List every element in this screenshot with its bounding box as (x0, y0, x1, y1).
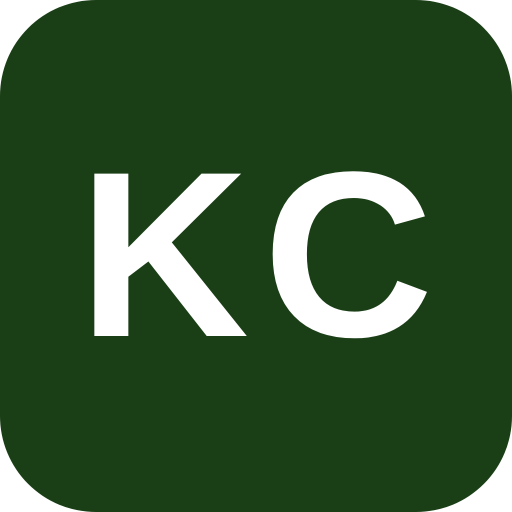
avatar-initials: KC (78, 123, 448, 387)
avatar-monogram-icon: KC (0, 0, 512, 512)
